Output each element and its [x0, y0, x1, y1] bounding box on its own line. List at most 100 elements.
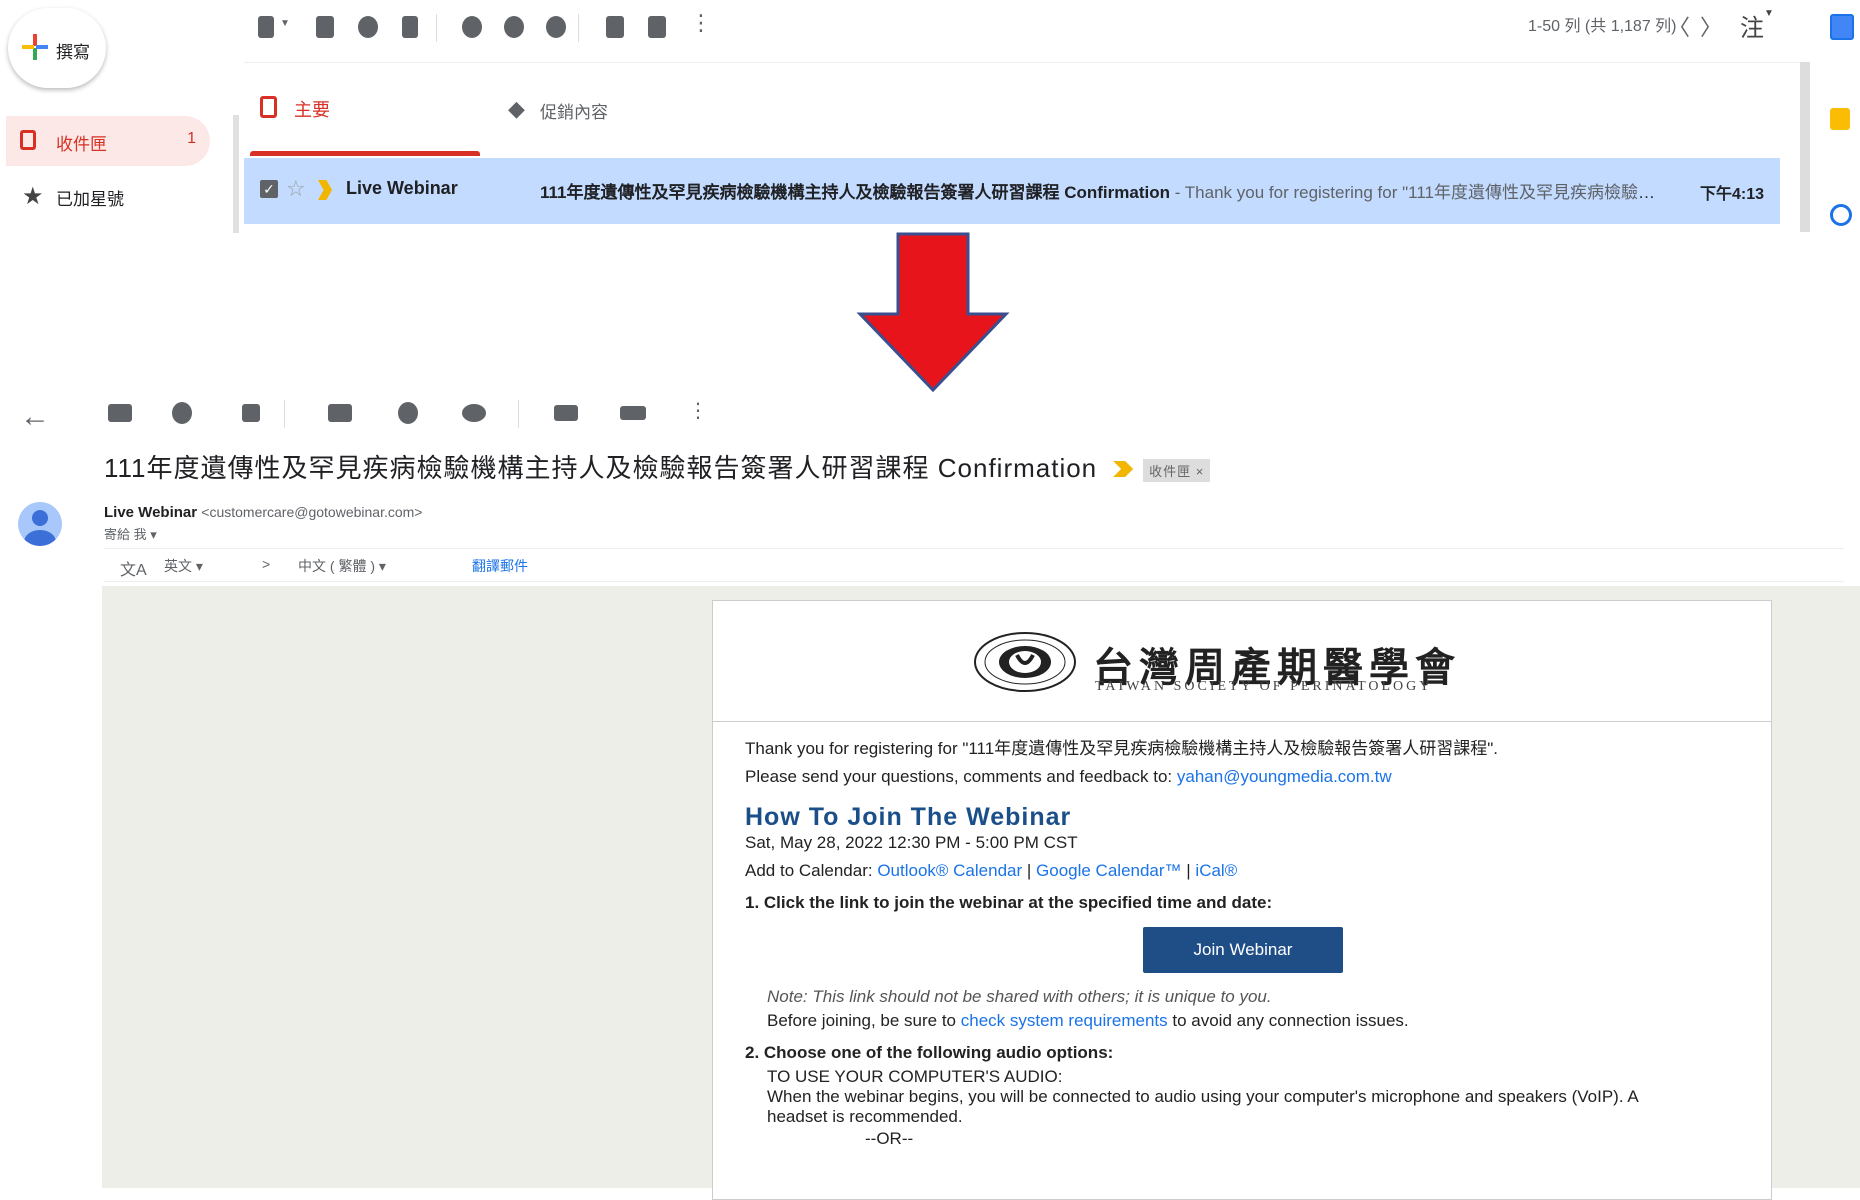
step-1-text: 1. Click the link to join the webinar at…: [745, 893, 1273, 912]
more-vert-icon[interactable]: ⋮: [690, 10, 712, 36]
input-tools-button[interactable]: 注▼: [1740, 8, 1774, 43]
row-checkbox[interactable]: ✓: [260, 180, 278, 198]
toolbar-divider: [518, 400, 519, 428]
select-checkbox-icon[interactable]: [258, 16, 274, 38]
thanks-text: Thank you for registering for "111年度遺傳性及…: [745, 739, 1498, 758]
feedback-prefix: Please send your questions, comments and…: [745, 767, 1177, 786]
sender-name: Live Webinar: [104, 504, 198, 521]
add-calendar-prefix: Add to Calendar:: [745, 861, 878, 880]
add-to-calendar-line: Add to Calendar: Outlook® Calendar | Goo…: [745, 861, 1745, 881]
star-icon[interactable]: ☆: [286, 176, 306, 202]
prev-page-button[interactable]: 〈: [1668, 10, 1690, 42]
unique-link-note: Note: This link should not be shared wit…: [767, 987, 1272, 1006]
label-chip-inbox[interactable]: 收件匣 ×: [1143, 458, 1211, 482]
keep-icon[interactable]: [1830, 108, 1850, 130]
snooze-icon[interactable]: [504, 16, 524, 38]
outlook-calendar-link[interactable]: Outlook® Calendar: [877, 861, 1022, 880]
join-webinar-button[interactable]: Join Webinar: [1143, 927, 1343, 973]
recipient-details-toggle[interactable]: 寄給 我 ▾: [104, 524, 157, 543]
delete-icon[interactable]: [242, 404, 260, 422]
row-sender: Live Webinar: [346, 178, 458, 198]
archive-icon[interactable]: [108, 404, 132, 422]
important-marker-icon[interactable]: [318, 180, 332, 200]
ical-link[interactable]: iCal®: [1195, 861, 1237, 880]
calendar-icon[interactable]: [1830, 14, 1854, 40]
inbox-icon: [20, 130, 36, 150]
row-time: 下午4:13: [1699, 186, 1764, 203]
add-task-icon[interactable]: [462, 404, 486, 422]
step-2-text: 2. Choose one of the following audio opt…: [745, 1043, 1114, 1062]
snooze-icon[interactable]: [398, 402, 418, 424]
add-task-icon[interactable]: [546, 16, 566, 38]
toolbar-divider: [436, 14, 437, 42]
tab-primary[interactable]: 主要: [244, 64, 480, 156]
translate-icon: 文A: [120, 562, 147, 579]
star-icon: ★: [22, 183, 44, 210]
google-calendar-link[interactable]: Google Calendar™: [1036, 861, 1182, 880]
computer-audio-heading: TO USE YOUR COMPUTER'S AUDIO:: [767, 1067, 1063, 1086]
compose-label: 撰寫: [56, 43, 90, 62]
sidebar-item-inbox[interactable]: 收件匣 1: [6, 116, 210, 166]
next-page-button[interactable]: 〉: [1700, 10, 1722, 42]
sidebar-item-starred[interactable]: ★ 已加星號: [6, 176, 210, 216]
tab-promotions[interactable]: ◆ 促銷內容: [500, 64, 740, 156]
tabs-divider: [244, 62, 1802, 63]
compose-button[interactable]: 撰寫: [8, 8, 106, 88]
tab-label: 主要: [294, 100, 330, 120]
report-spam-icon[interactable]: [358, 16, 378, 38]
important-marker-icon[interactable]: [1113, 461, 1134, 477]
side-panel: [1820, 0, 1860, 240]
avatar: [18, 502, 62, 546]
check-system-requirements-link[interactable]: check system requirements: [961, 1011, 1168, 1030]
scrollbar[interactable]: [1800, 62, 1810, 232]
howto-heading: How To Join The Webinar: [745, 803, 1072, 831]
email-header-logo: 台灣周產期醫學會 TAIWAN SOCIETY OF PERINATOLOGY: [713, 601, 1771, 722]
before-prefix: Before joining, be sure to: [767, 1011, 961, 1030]
pager-text: 1-50 列 (共 1,187 列): [1528, 18, 1677, 35]
chevron-down-icon[interactable]: ▼: [280, 18, 290, 29]
report-spam-icon[interactable]: [172, 402, 192, 424]
target-language-select[interactable]: 中文 ( 繁體 ) ▾: [298, 556, 386, 576]
move-to-icon[interactable]: [554, 405, 578, 421]
inbox-icon: [260, 96, 277, 118]
label-icon[interactable]: [620, 406, 646, 420]
sender-address: <customercare@gotowebinar.com>: [201, 504, 423, 520]
translate-arrow: >: [262, 556, 271, 572]
delete-icon[interactable]: [402, 16, 418, 38]
email-row[interactable]: ✓ ☆ Live Webinar 111年度遺傳性及罕見疾病檢驗機構主持人及檢驗…: [244, 158, 1780, 224]
move-to-icon[interactable]: [606, 16, 624, 38]
row-subject-line: 111年度遺傳性及罕見疾病檢驗機構主持人及檢驗報告簽署人研習課程 Confirm…: [540, 178, 1670, 203]
sidebar-item-label: 已加星號: [56, 190, 124, 209]
email-content: Thank you for registering for "111年度遺傳性及…: [745, 739, 1745, 1149]
tag-icon: ◆: [508, 96, 525, 121]
society-name-english: TAIWAN SOCIETY OF PERINATOLOGY: [1095, 679, 1433, 694]
tasks-icon[interactable]: [1830, 204, 1852, 226]
label-icon[interactable]: [648, 16, 666, 38]
more-vert-icon[interactable]: ⋮: [688, 398, 708, 423]
unread-count: 1: [187, 130, 196, 147]
archive-icon[interactable]: [316, 16, 334, 38]
email-body: 台灣周產期醫學會 TAIWAN SOCIETY OF PERINATOLOGY …: [712, 600, 1772, 1200]
sidebar-divider: [233, 115, 239, 233]
source-language-select[interactable]: 英文 ▾: [164, 556, 203, 576]
feedback-email-link[interactable]: yahan@youngmedia.com.tw: [1177, 767, 1392, 786]
computer-audio-desc: When the webinar begins, you will be con…: [767, 1087, 1638, 1126]
active-tab-indicator: [250, 151, 480, 156]
back-arrow-icon[interactable]: ←: [20, 400, 50, 434]
or-separator: --OR--: [865, 1129, 914, 1148]
sender-line: Live Webinar <customercare@gotowebinar.c…: [104, 504, 422, 521]
row-snippet: - Thank you for registering for "111年度遺傳…: [1174, 183, 1670, 202]
toolbar-divider: [284, 400, 285, 428]
sidebar-item-label: 收件匣: [56, 135, 107, 154]
calendar-separator: |: [1022, 861, 1037, 880]
society-seal-icon: [974, 632, 1076, 692]
mark-read-icon[interactable]: [462, 16, 482, 38]
chevron-down-icon: ▼: [1764, 8, 1774, 19]
system-requirements-line: Before joining, be sure to check system …: [767, 1011, 1745, 1031]
feedback-line: Please send your questions, comments and…: [745, 767, 1745, 787]
calendar-separator: |: [1181, 861, 1196, 880]
row-subject: 111年度遺傳性及罕見疾病檢驗機構主持人及檢驗報告簽署人研習課程 Confirm…: [540, 183, 1170, 202]
toolbar-divider: [578, 14, 579, 42]
mark-unread-icon[interactable]: [328, 404, 352, 422]
translate-message-link[interactable]: 翻譯郵件: [472, 556, 528, 576]
